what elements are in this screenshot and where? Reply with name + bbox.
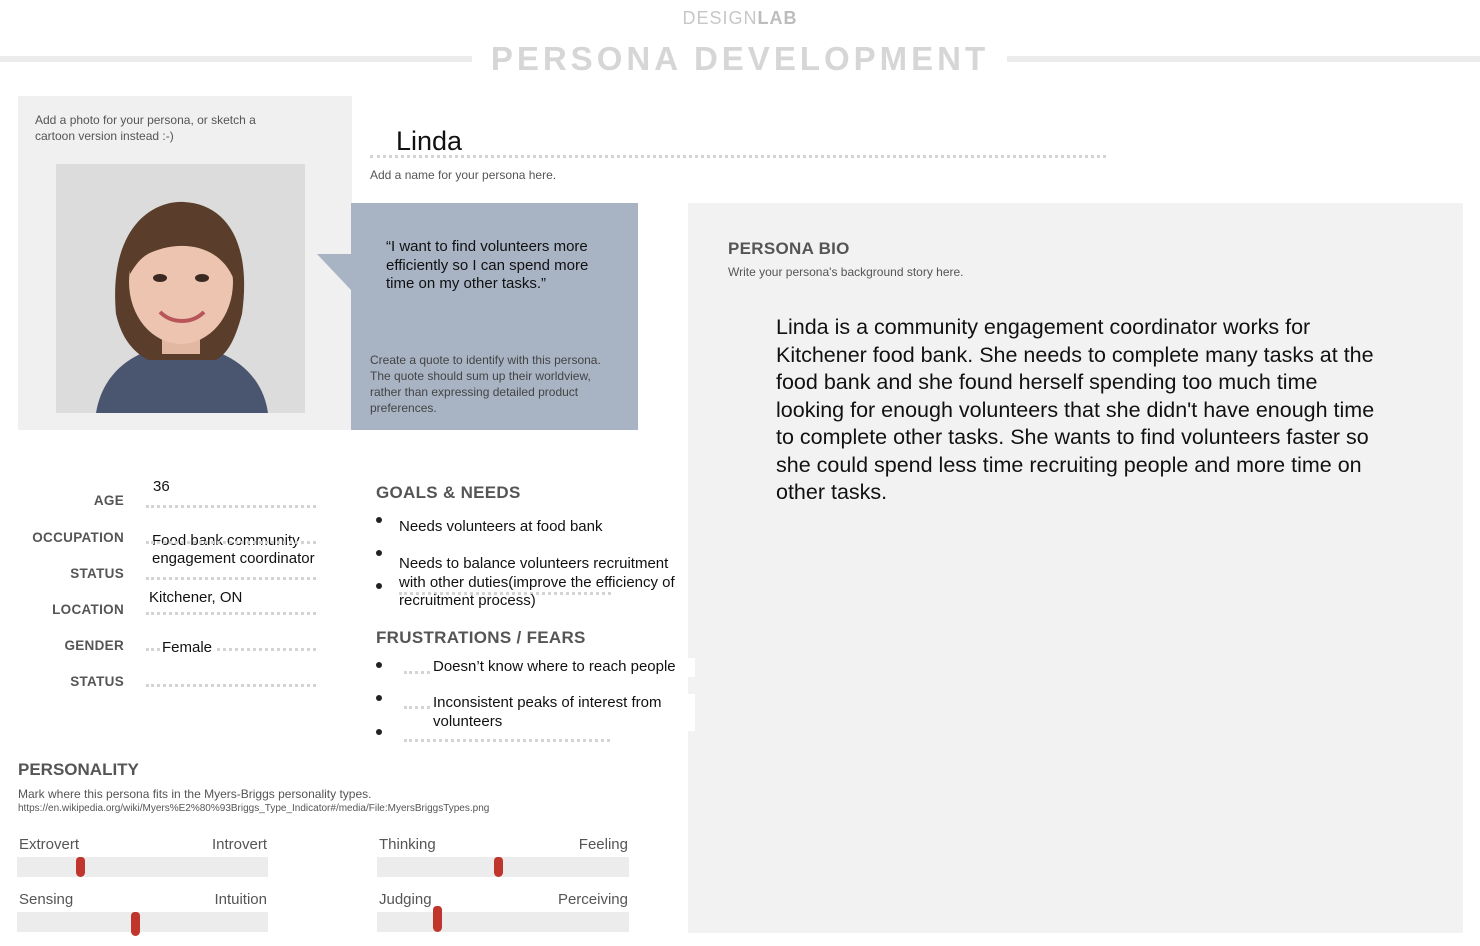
persona-name[interactable]: Linda: [396, 126, 462, 157]
scale-judging-label: Judging: [379, 891, 432, 908]
persona-quote[interactable]: “I want to find volunteers more efficien…: [386, 238, 616, 294]
scale-sensing-intuition-track[interactable]: [17, 912, 268, 936]
scale-judging-perceiving-track[interactable]: [377, 906, 629, 932]
scale-extrovert-label: Extrovert: [19, 836, 80, 853]
personality-heading: PERSONALITY: [18, 760, 139, 779]
bio-panel: [688, 203, 1463, 933]
occupation-label: OCCUPATION: [32, 530, 124, 545]
goal-bullet: [376, 583, 382, 589]
scale-thinking-feeling-track[interactable]: [377, 857, 629, 877]
brand-logo: DESIGNLAB: [0, 8, 1480, 29]
scale-perceiving-label: Perceiving: [557, 891, 628, 908]
personality-hint: Mark where this persona fits in the Myer…: [18, 787, 372, 801]
status-label-2: STATUS: [70, 674, 124, 689]
age-label: AGE: [93, 493, 124, 508]
location-label: LOCATION: [52, 602, 124, 617]
scale-intuition-label: Intuition: [214, 891, 267, 908]
frustrations-heading: FRUSTRATIONS / FEARS: [376, 628, 586, 647]
frustration-item-2[interactable]: Inconsistent peaks of interest from volu…: [433, 694, 695, 731]
location-underline: [146, 612, 316, 615]
scale-extrovert-introvert-marker[interactable]: [75, 857, 85, 877]
goal-bullet: [376, 550, 382, 556]
scale-sensing-intuition-marker[interactable]: [130, 912, 140, 936]
goal-bullet: [376, 517, 382, 523]
brand-logo-bold: LAB: [757, 8, 798, 28]
occupation-value-line-2[interactable]: engagement coordinator: [152, 550, 315, 567]
persona-portrait-image: [56, 164, 305, 413]
personality-reference-link[interactable]: https://en.wikipedia.org/wiki/Myers%E2%8…: [18, 803, 489, 814]
scale-extrovert-introvert-track[interactable]: [17, 857, 268, 877]
scale-judging-perceiving-marker[interactable]: [433, 906, 443, 932]
bio-text[interactable]: Linda is a community engagement coordina…: [776, 314, 1391, 507]
goal-item-2[interactable]: Needs to balance volunteers recruitment …: [399, 555, 695, 611]
scale-thinking-label: Thinking: [379, 836, 436, 853]
frustration-item-1[interactable]: Doesn’t know where to reach people: [433, 658, 695, 677]
scale-thinking-feeling-marker[interactable]: [493, 857, 503, 877]
page-title: PERSONA DEVELOPMENT: [0, 40, 1480, 78]
name-hint: Add a name for your persona here.: [370, 168, 557, 182]
goal-item-1[interactable]: Needs volunteers at food bank: [399, 518, 689, 537]
name-underline: [370, 155, 1106, 158]
gender-value[interactable]: Female: [160, 639, 215, 656]
persona-photo[interactable]: [56, 164, 305, 413]
status-label-1: STATUS: [70, 566, 124, 581]
quote-bubble-tail: [317, 254, 351, 290]
location-value[interactable]: Kitchener, ON: [149, 589, 242, 606]
brand-logo-light: DESIGN: [682, 8, 758, 28]
frustration-underline: [404, 739, 610, 742]
frustration-bullet: [376, 695, 382, 701]
status-underline-2: [146, 684, 316, 687]
frustration-bullet: [376, 729, 382, 735]
status-underline-1: [146, 577, 316, 580]
scale-sensing-label: Sensing: [19, 891, 74, 908]
age-underline: [146, 505, 316, 508]
bio-hint: Write your persona's background story he…: [728, 265, 964, 279]
page-title-text: PERSONA DEVELOPMENT: [472, 40, 1008, 77]
goals-heading: GOALS & NEEDS: [376, 483, 521, 502]
occupation-underline: [146, 541, 316, 544]
frustration-bullet: [376, 662, 382, 668]
gender-label: GENDER: [64, 638, 124, 653]
bio-heading: PERSONA BIO: [728, 239, 850, 258]
photo-hint: Add a photo for your persona, or sketch …: [35, 113, 256, 143]
scale-feeling-label: Feeling: [578, 836, 628, 853]
age-value[interactable]: 36: [153, 478, 170, 495]
scale-introvert-label: Introvert: [211, 836, 267, 853]
quote-hint: Create a quote to identify with this per…: [370, 353, 601, 415]
